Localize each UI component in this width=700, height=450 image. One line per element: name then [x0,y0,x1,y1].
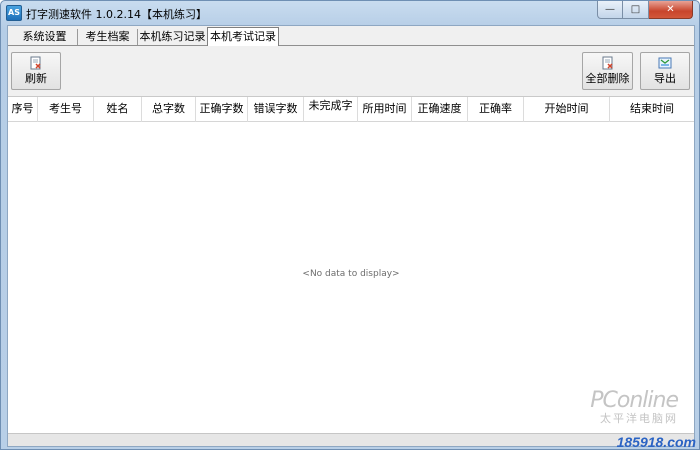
tab-system-settings[interactable]: 系统设置 [12,29,78,45]
status-bar [8,433,694,446]
delete-all-label: 全部删除 [585,72,630,85]
tab-bar: 系统设置 考生档案 本机练习记录 本机考试记录 [8,26,694,46]
column-header[interactable]: 总字数 [142,97,196,122]
toolbar: 刷新 全部删除 导出 [8,46,694,96]
refresh-label: 刷新 [25,72,47,85]
watermark-subtitle: 太平洋电脑网 [600,412,678,425]
window-controls: — □ ✕ [597,1,693,19]
column-header[interactable]: 考生号 [38,97,94,122]
watermark-logo: PConline [590,388,679,413]
column-header[interactable]: 正确率 [468,97,524,122]
delete-icon [602,56,613,70]
column-header[interactable]: 姓名 [94,97,142,122]
export-label: 导出 [654,72,676,85]
tab-local-exam-records[interactable]: 本机考试记录 [207,27,279,46]
column-header[interactable]: 正确字数 [196,97,248,122]
column-header[interactable]: 开始时间 [524,97,610,122]
column-header[interactable]: 序号 [8,97,38,122]
minimize-icon: — [605,4,615,15]
column-header[interactable]: 错误字数 [248,97,304,122]
delete-all-button[interactable]: 全部删除 [582,52,633,90]
app-window: AS 打字测速软件 1.0.2.14【本机练习】 — □ ✕ 系统设置 考生档案… [0,0,700,450]
refresh-icon [30,56,41,70]
refresh-button[interactable]: 刷新 [11,52,61,90]
window-title: 打字测速软件 1.0.2.14【本机练习】 [26,8,207,21]
maximize-button[interactable]: □ [623,1,649,19]
watermark: PConline 太平洋电脑网 [590,388,679,426]
column-header[interactable]: 正确速度 [412,97,468,122]
client-area: 系统设置 考生档案 本机练习记录 本机考试记录 刷新 全部删除 导出 序号 考生… [7,25,695,447]
tab-student-records[interactable]: 考生档案 [78,29,138,45]
app-icon: AS [6,5,22,21]
minimize-button[interactable]: — [597,1,623,19]
close-button[interactable]: ✕ [649,1,693,19]
maximize-icon: □ [630,4,641,15]
empty-grid-message: <No data to display> [302,269,400,279]
tab-local-practice-records[interactable]: 本机练习记录 [138,29,208,45]
export-icon [658,57,672,69]
export-button[interactable]: 导出 [640,52,690,90]
site-watermark: 185918.com [616,434,696,450]
column-header[interactable]: 结束时间 [610,97,694,122]
column-header[interactable]: 所用时间 [358,97,412,122]
close-icon: ✕ [666,4,675,15]
title-bar[interactable]: AS 打字测速软件 1.0.2.14【本机练习】 — □ ✕ [1,1,699,25]
exam-records-grid[interactable]: 序号 考生号 姓名 总字数 正确字数 错误字数 未完成字 所用时间 正确速度 正… [8,96,694,433]
grid-header: 序号 考生号 姓名 总字数 正确字数 错误字数 未完成字 所用时间 正确速度 正… [8,97,694,122]
column-header[interactable]: 未完成字 [304,97,358,122]
